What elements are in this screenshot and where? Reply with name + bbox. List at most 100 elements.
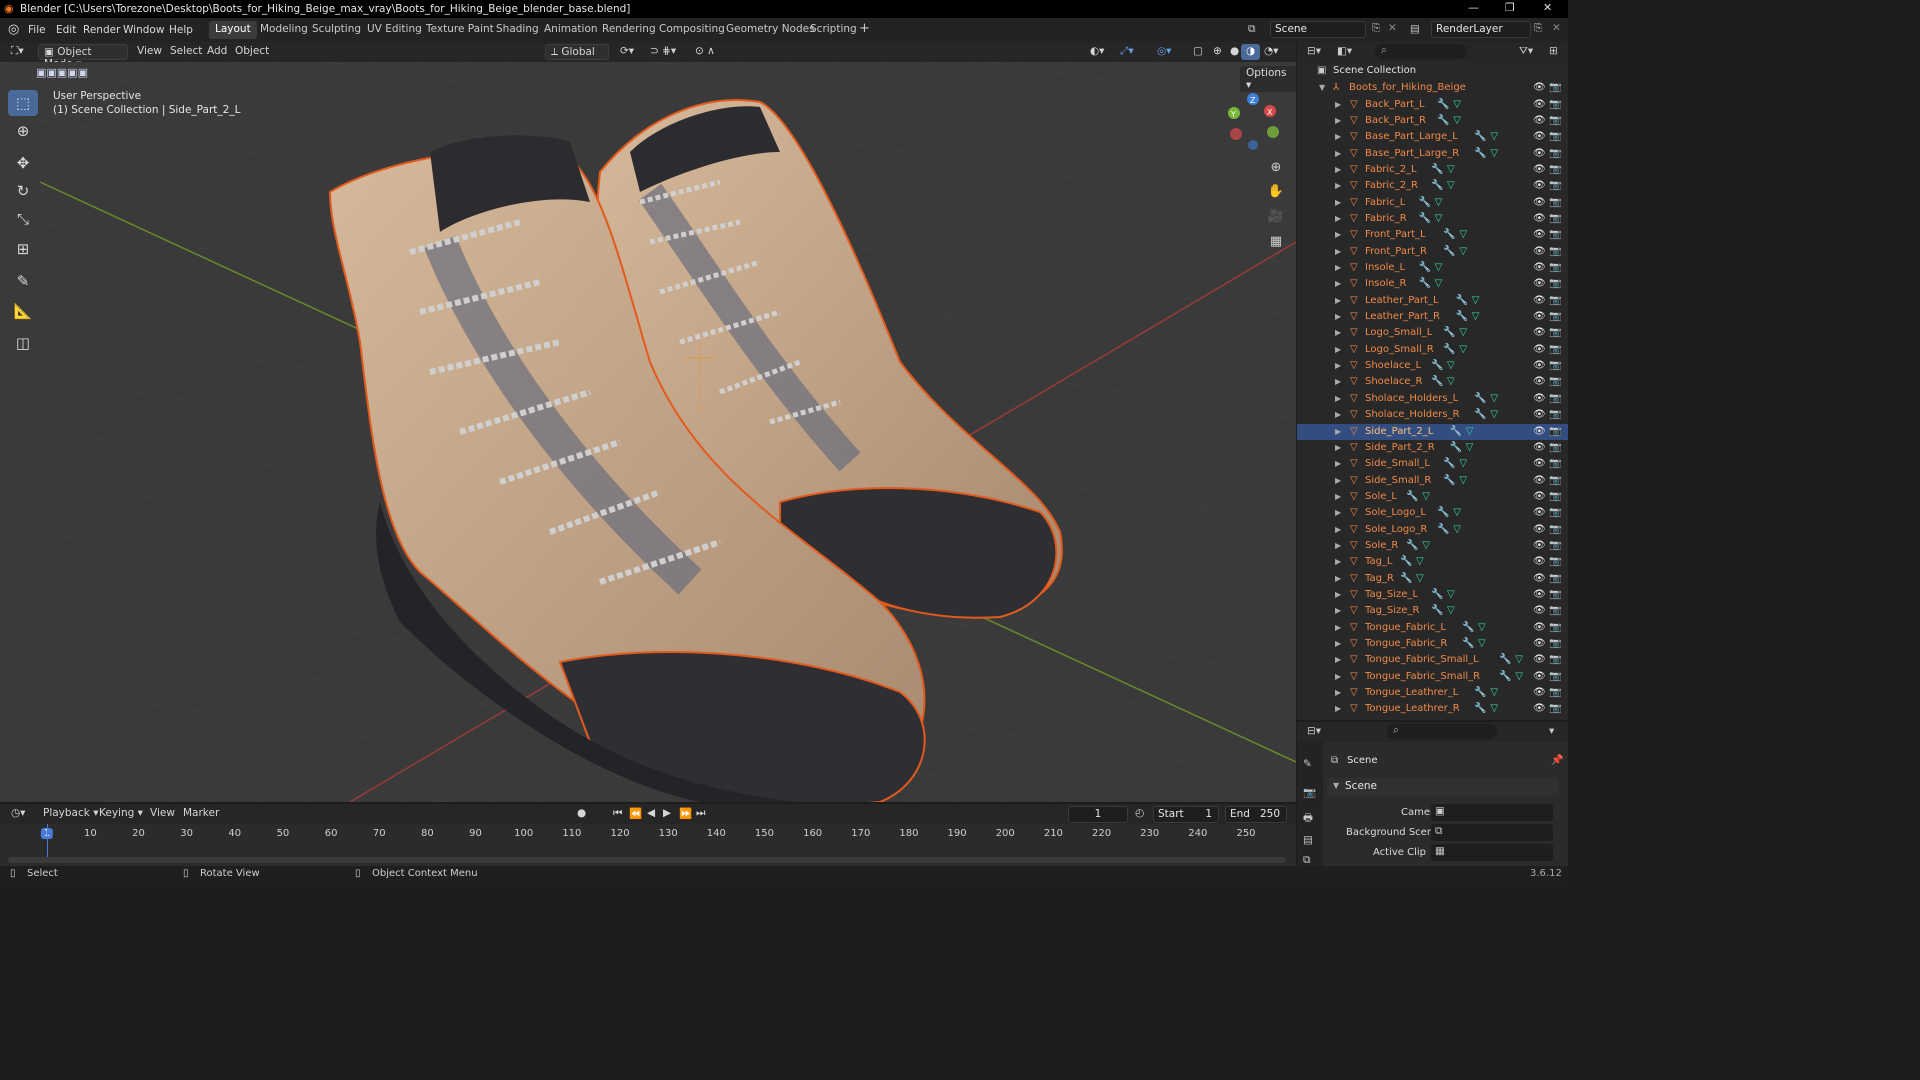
- mesh-data-icon[interactable]: ▽: [1453, 97, 1461, 113]
- render-camera-icon[interactable]: 📷: [1549, 276, 1561, 292]
- modifier-icon[interactable]: 🔧: [1450, 424, 1462, 440]
- mesh-data-icon[interactable]: ▽: [1478, 620, 1486, 636]
- scale-tool-icon[interactable]: ⤡: [8, 206, 38, 232]
- outliner-item[interactable]: ▶ ▽ Fabric_2_L 🔧 ▽ 👁 📷: [1297, 162, 1568, 178]
- expand-icon[interactable]: ▶: [1335, 636, 1341, 652]
- tab-layout[interactable]: Layout: [209, 21, 257, 39]
- mesh-data-icon[interactable]: ▽: [1447, 603, 1455, 619]
- render-camera-icon[interactable]: 📷: [1549, 424, 1561, 440]
- eye-icon[interactable]: 👁: [1533, 358, 1546, 374]
- render-camera-icon[interactable]: 📷: [1549, 146, 1561, 162]
- delete-layer-icon[interactable]: ✕: [1552, 22, 1561, 34]
- outliner-item[interactable]: ▶ ▽ Tongue_Fabric_L 🔧 ▽ 👁 📷: [1297, 620, 1568, 636]
- outliner-item[interactable]: ▶ ▽ Tongue_Fabric_Small_R 🔧 ▽ 👁 📷: [1297, 669, 1568, 685]
- timeline-scrollbar[interactable]: [8, 857, 1286, 863]
- collapse-icon[interactable]: ▼: [1319, 80, 1325, 96]
- modifier-icon[interactable]: 🔧: [1450, 440, 1462, 456]
- mesh-data-icon[interactable]: ▽: [1466, 424, 1474, 440]
- modifier-icon[interactable]: 🔧: [1474, 685, 1486, 701]
- modifier-icon[interactable]: 🔧: [1474, 701, 1486, 717]
- eye-icon[interactable]: 👁: [1533, 162, 1546, 178]
- mesh-data-icon[interactable]: ▽: [1453, 505, 1461, 521]
- eye-icon[interactable]: 👁: [1533, 701, 1546, 717]
- mesh-data-icon[interactable]: ▽: [1447, 358, 1455, 374]
- outliner-item[interactable]: ▶ ▽ Base_Part_Large_L 🔧 ▽ 👁 📷: [1297, 129, 1568, 145]
- render-camera-icon[interactable]: 📷: [1549, 391, 1561, 407]
- render-camera-icon[interactable]: 📷: [1549, 325, 1561, 341]
- scene-selector[interactable]: Scene: [1270, 21, 1366, 38]
- options-button[interactable]: Options ▾: [1240, 66, 1296, 92]
- tab-uv-editing[interactable]: UV Editing: [361, 21, 428, 39]
- outliner-item[interactable]: ▶ ▽ Back_Part_L 🔧 ▽ 👁 📷: [1297, 97, 1568, 113]
- eye-icon[interactable]: 👁: [1533, 489, 1546, 505]
- shading-wireframe-icon[interactable]: ⊕: [1208, 44, 1227, 60]
- mesh-data-icon[interactable]: ▽: [1459, 473, 1467, 489]
- mesh-data-icon[interactable]: ▽: [1422, 489, 1430, 505]
- eye-icon[interactable]: 👁: [1533, 146, 1546, 162]
- outliner-item[interactable]: ▶ ▽ Tongue_Fabric_R 🔧 ▽ 👁 📷: [1297, 636, 1568, 652]
- eye-icon[interactable]: 👁: [1533, 244, 1546, 260]
- panel-collapse-icon[interactable]: ▼: [1333, 781, 1339, 790]
- render-camera-icon[interactable]: 📷: [1549, 456, 1561, 472]
- modifier-icon[interactable]: 🔧: [1499, 652, 1511, 668]
- eye-icon[interactable]: 👁: [1533, 603, 1546, 619]
- modifier-icon[interactable]: 🔧: [1419, 211, 1431, 227]
- outliner-item[interactable]: ▶ ▽ Logo_Small_L 🔧 ▽ 👁 📷: [1297, 325, 1568, 341]
- render-camera-icon[interactable]: 📷: [1549, 342, 1561, 358]
- outliner-item[interactable]: ▶ ▽ Tongue_Leathrer_L 🔧 ▽ 👁 📷: [1297, 685, 1568, 701]
- mesh-data-icon[interactable]: ▽: [1478, 636, 1486, 652]
- expand-icon[interactable]: ▶: [1335, 358, 1341, 374]
- eye-icon[interactable]: 👁: [1533, 669, 1546, 685]
- outliner-item[interactable]: ▶ ▽ Shoelace_R 🔧 ▽ 👁 📷: [1297, 374, 1568, 390]
- modifier-icon[interactable]: 🔧: [1419, 260, 1431, 276]
- eye-icon[interactable]: 👁: [1533, 391, 1546, 407]
- eye-icon[interactable]: 👁: [1533, 374, 1546, 390]
- render-camera-icon[interactable]: 📷: [1549, 652, 1561, 668]
- eye-icon[interactable]: 👁: [1533, 636, 1546, 652]
- camera-field[interactable]: ▣: [1431, 804, 1553, 821]
- timeline-view-menu[interactable]: View: [145, 806, 180, 822]
- outliner-editor-icon[interactable]: ⊟▾: [1307, 45, 1321, 57]
- modifier-icon[interactable]: 🔧: [1474, 146, 1486, 162]
- modifier-icon[interactable]: 🔧: [1400, 571, 1412, 587]
- mesh-data-icon[interactable]: ▽: [1490, 146, 1498, 162]
- expand-icon[interactable]: ▶: [1335, 440, 1341, 456]
- mesh-data-icon[interactable]: ▽: [1435, 195, 1443, 211]
- clock-icon[interactable]: ◴: [1135, 807, 1144, 819]
- expand-icon[interactable]: ▶: [1335, 178, 1341, 194]
- modifier-icon[interactable]: 🔧: [1419, 195, 1431, 211]
- render-camera-icon[interactable]: 📷: [1549, 571, 1561, 587]
- expand-icon[interactable]: ▶: [1335, 652, 1341, 668]
- eye-icon[interactable]: 👁: [1533, 342, 1546, 358]
- outliner-item[interactable]: ▶ ▽ Sole_Logo_L 🔧 ▽ 👁 📷: [1297, 505, 1568, 521]
- mesh-data-icon[interactable]: ▽: [1472, 309, 1480, 325]
- render-camera-icon[interactable]: 📷: [1549, 701, 1561, 717]
- outliner-item[interactable]: ▶ ▽ Tag_Size_L 🔧 ▽ 👁 📷: [1297, 587, 1568, 603]
- blender-menu-icon[interactable]: ◎: [8, 22, 19, 37]
- modifier-icon[interactable]: 🔧: [1443, 227, 1455, 243]
- eye-icon[interactable]: 👁: [1533, 293, 1546, 309]
- render-camera-icon[interactable]: 📷: [1549, 538, 1561, 554]
- render-camera-icon[interactable]: 📷: [1549, 489, 1561, 505]
- orientation-selector[interactable]: ⟂ Global ▾: [545, 44, 609, 71]
- mesh-data-icon[interactable]: ▽: [1459, 456, 1467, 472]
- render-camera-icon[interactable]: 📷: [1549, 358, 1561, 374]
- render-camera-icon[interactable]: 📷: [1549, 195, 1561, 211]
- properties-editor-icon[interactable]: ⊟▾: [1307, 725, 1321, 737]
- mesh-data-icon[interactable]: ▽: [1453, 522, 1461, 538]
- tool-tab-icon[interactable]: ✎: [1303, 758, 1312, 770]
- outliner-item[interactable]: ▶ ▽ Side_Part_2_L 🔧 ▽ 👁 📷: [1297, 423, 1568, 440]
- close-icon[interactable]: ✕: [1543, 1, 1552, 14]
- snap-icon[interactable]: ⊃ ⋕▾: [645, 44, 681, 60]
- background-scene-field[interactable]: ⧉: [1431, 824, 1553, 841]
- modifier-icon[interactable]: 🔧: [1437, 522, 1449, 538]
- mesh-data-icon[interactable]: ▽: [1447, 587, 1455, 603]
- keying-menu[interactable]: Keying ▾: [94, 806, 148, 822]
- timeline-editor-icon[interactable]: ◷▾: [6, 806, 30, 822]
- expand-icon[interactable]: ▶: [1335, 97, 1341, 113]
- modifier-icon[interactable]: 🔧: [1443, 456, 1455, 472]
- end-frame-field[interactable]: End 250: [1225, 806, 1287, 823]
- measure-tool-icon[interactable]: 📐: [8, 298, 38, 324]
- outliner-item[interactable]: ▶ ▽ Shoelace_L 🔧 ▽ 👁 📷: [1297, 358, 1568, 374]
- mesh-data-icon[interactable]: ▽: [1490, 407, 1498, 423]
